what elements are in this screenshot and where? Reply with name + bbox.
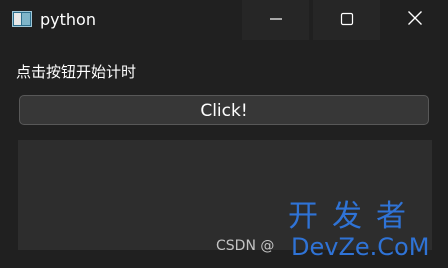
maximize-icon [340, 11, 354, 30]
close-icon [407, 10, 423, 30]
maximize-button[interactable] [313, 0, 380, 40]
instruction-label: 点击按钮开始计时 [16, 63, 137, 81]
watermark-csdn: CSDN @ [216, 238, 275, 254]
window-title: python [40, 10, 96, 29]
minimize-button[interactable] [242, 0, 309, 40]
watermark-site-url: DevZe.CoM [291, 233, 430, 261]
minimize-icon [269, 11, 283, 30]
watermark-site-name: 开发者 [288, 199, 420, 234]
title-bar[interactable]: python [0, 0, 448, 40]
python-app-icon [12, 11, 32, 27]
app-window: python 点击按钮开始计时 Click! 开发者 CSDN @ DevZe.… [0, 0, 448, 268]
click-button[interactable]: Click! [19, 95, 429, 125]
close-button[interactable] [381, 0, 448, 40]
